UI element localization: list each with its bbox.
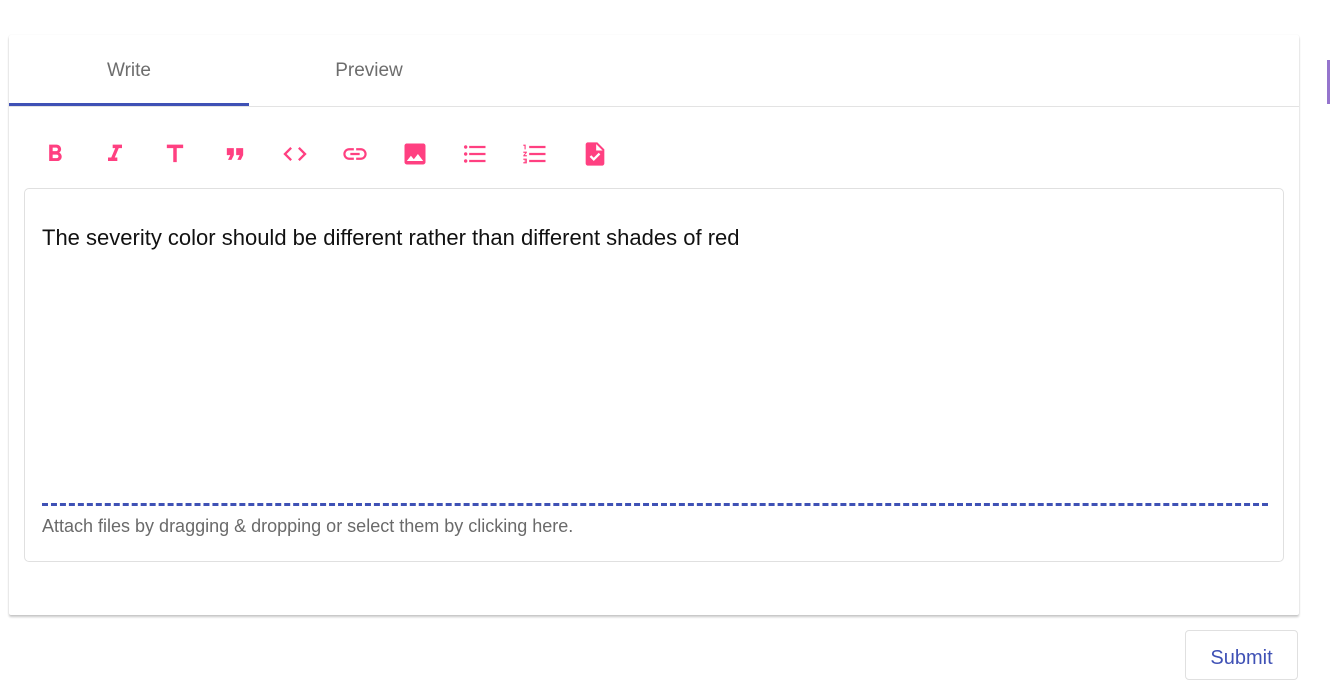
heading-button[interactable]: [157, 136, 193, 172]
link-button[interactable]: [337, 136, 373, 172]
attach-files-hint[interactable]: Attach files by dragging & dropping or s…: [42, 516, 573, 537]
image-button[interactable]: [397, 136, 433, 172]
numbered-list-icon: [523, 144, 546, 164]
quote-button[interactable]: [217, 136, 253, 172]
editor-tabs: Write Preview: [9, 35, 1299, 107]
active-tab-indicator: [9, 103, 249, 106]
task-file-icon: [585, 142, 605, 166]
tab-write[interactable]: Write: [9, 35, 249, 106]
heading-icon: [166, 144, 184, 163]
numbered-list-button[interactable]: [517, 136, 553, 172]
quote-icon: [226, 148, 244, 160]
task-list-button[interactable]: [577, 136, 613, 172]
italic-button[interactable]: [97, 136, 133, 172]
tab-preview[interactable]: Preview: [249, 35, 489, 106]
comment-editor[interactable]: The severity color should be different r…: [24, 188, 1284, 562]
image-icon: [404, 143, 426, 165]
italic-icon: [108, 144, 122, 161]
bold-button[interactable]: [37, 136, 73, 172]
comment-card: Write Preview The severity color should …: [9, 35, 1299, 615]
link-icon: [343, 148, 367, 160]
bulleted-list-icon: [463, 145, 486, 163]
code-icon: [283, 147, 307, 161]
bulleted-list-button[interactable]: [457, 136, 493, 172]
bold-icon: [49, 144, 62, 161]
editor-content[interactable]: The severity color should be different r…: [42, 225, 740, 251]
code-button[interactable]: [277, 136, 313, 172]
dropzone-divider: [42, 503, 1268, 506]
